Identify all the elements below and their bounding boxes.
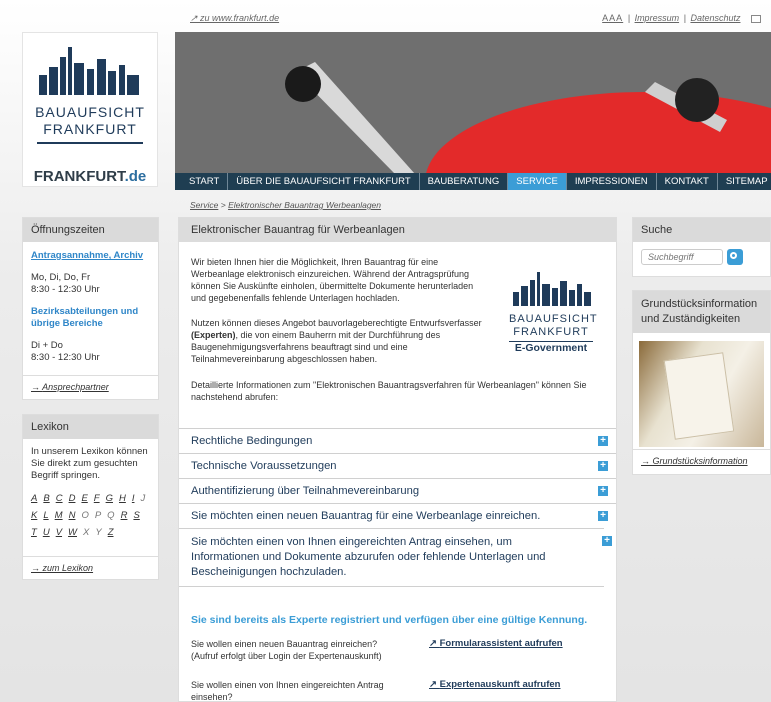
- external-arrow-icon: ↗: [190, 13, 201, 23]
- nav-kontakt[interactable]: KONTAKT: [657, 173, 718, 190]
- impressum-link[interactable]: Impressum: [635, 13, 680, 23]
- lexikon-letter-n[interactable]: N: [69, 510, 76, 521]
- accordion-item[interactable]: Authentifizierung über Teilnahmevereinba…: [179, 478, 616, 503]
- arrow-right-icon: →: [31, 382, 43, 392]
- expertenauskunft-link[interactable]: ↗ Expertenauskunft aufrufen: [429, 679, 561, 690]
- header-image: [175, 32, 771, 174]
- lexikon-letter-t[interactable]: T: [31, 527, 37, 538]
- lexikon-title: Lexikon: [23, 415, 158, 439]
- skyline-icon: [513, 272, 591, 306]
- chair-photo: [175, 32, 771, 174]
- frankfurt-de-logo[interactable]: FRANKFURT.de: [22, 168, 158, 185]
- map-photo: [639, 341, 764, 447]
- lexikon-letter-b[interactable]: B: [43, 493, 49, 504]
- plus-icon[interactable]: +: [598, 486, 608, 496]
- logo-line2: FRANKFURT: [43, 121, 137, 137]
- grundstueck-title: Grundstücksinformation und Zuständigkeit…: [633, 291, 770, 333]
- plus-icon[interactable]: +: [598, 436, 608, 446]
- opening-hours-title: Öffnungszeiten: [23, 218, 158, 242]
- lexikon-letter-u[interactable]: U: [43, 527, 50, 538]
- external-arrow-icon: ↗: [429, 679, 440, 690]
- experten-paragraph: Nutzen können dieses Angebot bauvorlageb…: [191, 318, 482, 364]
- lexikon-box: Lexikon In unserem Lexikon können Sie di…: [22, 414, 159, 580]
- datenschutz-link[interactable]: Datenschutz: [690, 13, 740, 23]
- accordion-item[interactable]: Sie möchten einen von Ihnen eingereichte…: [179, 528, 612, 587]
- lexikon-letter-v[interactable]: V: [56, 527, 62, 538]
- opening-sub1[interactable]: Antragsannahme, Archiv: [31, 250, 150, 262]
- utility-links: AAA | Impressum | Datenschutz: [602, 13, 763, 23]
- main-nav: START ÜBER DIE BAUAUFSICHT FRANKFURT BAU…: [175, 173, 771, 190]
- lexikon-letter-c[interactable]: C: [56, 493, 63, 504]
- expert-heading: Sie sind bereits als Experte registriert…: [191, 614, 588, 626]
- lexikon-letter-y: Y: [95, 527, 102, 538]
- nav-start[interactable]: START: [175, 173, 229, 190]
- accordion: Rechtliche Bedingungen + Technische Vorau…: [179, 428, 616, 587]
- font-size-button[interactable]: AAA: [602, 13, 623, 23]
- accordion-item[interactable]: Rechtliche Bedingungen +: [179, 428, 616, 453]
- lexikon-letter-g[interactable]: G: [106, 493, 113, 504]
- nav-ueber[interactable]: ÜBER DIE BAUAUFSICHT FRANKFURT: [228, 173, 420, 190]
- print-icon[interactable]: [751, 14, 761, 23]
- search-input[interactable]: [641, 249, 723, 265]
- plus-icon[interactable]: +: [598, 461, 608, 471]
- breadcrumb-current[interactable]: Elektronischer Bauantrag Werbeanlagen: [228, 200, 381, 210]
- lexikon-letter-h[interactable]: H: [119, 493, 126, 504]
- plus-icon[interactable]: +: [598, 511, 608, 521]
- lexikon-letter-l[interactable]: L: [43, 510, 48, 521]
- breadcrumb-service[interactable]: Service: [190, 200, 218, 210]
- frankfurt-link[interactable]: ↗ zu www.frankfurt.de: [190, 12, 279, 24]
- lexikon-letter-m[interactable]: M: [55, 510, 63, 521]
- lexikon-letter-w[interactable]: W: [68, 527, 77, 538]
- skyline-icon: [39, 47, 139, 95]
- main-content: Elektronischer Bauantrag für Werbeanlage…: [178, 217, 617, 702]
- lexikon-letter-e[interactable]: E: [81, 493, 87, 504]
- accordion-item[interactable]: Technische Voraussetzungen +: [179, 453, 616, 478]
- site-logo[interactable]: BAUAUFSICHT FRANKFURT: [22, 32, 158, 187]
- lexikon-letter-z[interactable]: Z: [108, 527, 114, 538]
- nav-bauberatung[interactable]: BAUBERATUNG: [420, 173, 509, 190]
- opening-hours-box: Öffnungszeiten Antragsannahme, Archiv Mo…: [22, 217, 159, 400]
- lexikon-letter-o: O: [81, 510, 89, 521]
- lexikon-letter-f[interactable]: F: [94, 493, 100, 504]
- lexikon-letters: ABCDEFGHIJ KLMNOPQRS TUVWXYZ: [23, 482, 158, 541]
- lexikon-letter-i[interactable]: I: [132, 493, 135, 504]
- arrow-right-icon: →: [31, 563, 43, 573]
- formularassistent-link[interactable]: ↗ Formularassistent aufrufen: [429, 638, 563, 649]
- egov-logo: BAUAUFSICHT FRANKFURT E-Government: [509, 272, 597, 354]
- content-title: Elektronischer Bauantrag für Werbeanlage…: [179, 218, 616, 242]
- external-arrow-icon: ↗: [429, 638, 440, 649]
- accordion-item[interactable]: Sie möchten einen neuen Bauantrag für ei…: [179, 503, 616, 528]
- nav-service[interactable]: SERVICE: [508, 173, 567, 190]
- search-title: Suche: [633, 218, 770, 242]
- grundstueck-link[interactable]: → Grundstücksinformation: [641, 456, 748, 466]
- intro-paragraph: Wir bieten Ihnen hier die Möglichkeit, I…: [191, 257, 474, 303]
- nav-sitemap[interactable]: SITEMAP: [718, 173, 771, 190]
- search-icon[interactable]: [727, 249, 743, 265]
- search-box: Suche: [632, 217, 771, 277]
- lexikon-letter-a[interactable]: A: [31, 493, 37, 504]
- lexikon-letter-j: J: [140, 493, 146, 504]
- lexikon-letter-q: Q: [107, 510, 115, 521]
- plus-icon[interactable]: +: [602, 536, 612, 546]
- lexikon-letter-k[interactable]: K: [31, 510, 37, 521]
- lexikon-letter-x: X: [83, 527, 90, 538]
- lexikon-letter-r[interactable]: R: [121, 510, 128, 521]
- nav-impressionen[interactable]: IMPRESSIONEN: [567, 173, 657, 190]
- lexikon-text: In unserem Lexikon können Sie direkt zum…: [31, 446, 148, 481]
- info-paragraph: Detaillierte Informationen zum "Elektron…: [191, 380, 587, 402]
- lexikon-letter-p: P: [94, 510, 102, 521]
- ansprechpartner-link[interactable]: → Ansprechpartner: [31, 382, 109, 392]
- breadcrumb: Service > Elektronischer Bauantrag Werbe…: [190, 200, 382, 210]
- lexikon-letter-s[interactable]: S: [133, 510, 139, 521]
- lexikon-letter-d[interactable]: D: [69, 493, 76, 504]
- arrow-right-icon: →: [641, 456, 653, 466]
- lexikon-link[interactable]: → zum Lexikon: [31, 563, 93, 573]
- logo-line1: BAUAUFSICHT: [35, 104, 145, 120]
- grundstueck-box: Grundstücksinformation und Zuständigkeit…: [632, 290, 771, 475]
- logo-underline: [37, 142, 143, 144]
